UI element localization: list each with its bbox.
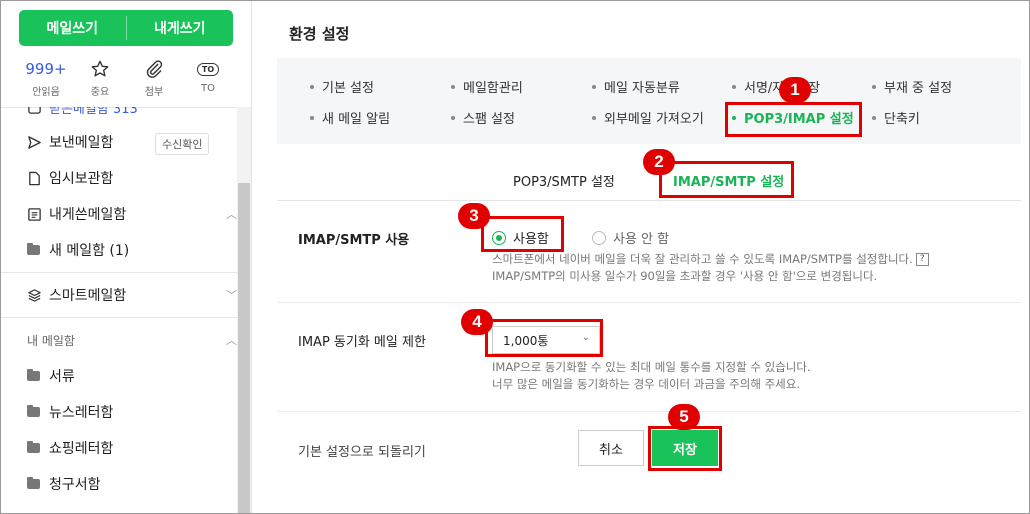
sync-limit-help-line2: 너무 많은 메일을 동기화하는 경우 데이터 과금을 주의해 주세요. (492, 377, 800, 391)
sidebar-scrollbar-thumb[interactable] (238, 183, 250, 513)
tabs-divider (277, 200, 1021, 201)
sidebar-item-label: 스마트메일함 (49, 288, 127, 304)
sidebar-item-newsletter[interactable]: 뉴스레터함 (27, 400, 113, 424)
list-icon (27, 207, 49, 222)
write-mail-button[interactable]: 메일쓰기 (19, 10, 126, 46)
step-badge-2: 2 (643, 149, 675, 175)
cancel-button[interactable]: 취소 (578, 430, 644, 466)
important-label: 중요 (90, 87, 110, 98)
settings-menu: 기본 설정 메일함관리 메일 자동분류 서명/자동답장 부재 중 설정 새 메일… (277, 58, 1021, 144)
app-window: 메일쓰기 내게쓰기 999+ 안읽음 중요 첨부 TO TO 받은메일함 313… (0, 0, 1030, 514)
highlight-box-3 (481, 216, 564, 252)
imap-use-label: IMAP/SMTP 사용 (298, 233, 410, 248)
highlight-box-1 (725, 102, 862, 137)
sidebar-item-label: 내게쓴메일함 (49, 207, 127, 223)
sidebar-item-docs[interactable]: 서류 (27, 364, 75, 388)
folder-icon (27, 243, 49, 255)
imap-use-off-radio[interactable]: 사용 안 함 (592, 228, 669, 247)
menu-shortcuts[interactable]: 단축키 (872, 108, 920, 127)
document-icon (27, 171, 49, 186)
chevron-down-icon[interactable]: ﹀ (226, 287, 237, 303)
unread-label: 안읽음 (32, 87, 60, 98)
settings-panel: 환경 설정 기본 설정 메일함관리 메일 자동분류 서명/자동답장 부재 중 설… (252, 1, 1029, 513)
folder-icon (27, 441, 49, 453)
sync-limit-help-line1: IMAP으로 동기화할 수 있는 최대 메일 통수를 지정할 수 있습니다. (492, 360, 811, 374)
menu-spam[interactable]: 스팸 설정 (451, 108, 515, 127)
radio-circle (592, 230, 606, 245)
send-icon (27, 135, 49, 150)
star-icon (90, 57, 110, 81)
chevron-up-icon[interactable]: ︿ (226, 332, 237, 348)
sidebar-item-label: 쇼핑레터함 (49, 441, 114, 457)
sidebar-item-sent[interactable]: 보낸메일함 (27, 130, 113, 154)
tab-pop3-smtp[interactable]: POP3/SMTP 설정 (513, 171, 615, 190)
help-icon[interactable]: ? (915, 253, 929, 266)
menu-absence[interactable]: 부재 중 설정 (872, 77, 952, 96)
read-receipt-button[interactable]: 수신확인 (155, 133, 210, 155)
highlight-box-5 (648, 426, 722, 471)
sidebar-item-shopping[interactable]: 쇼핑레터함 (27, 436, 113, 460)
important-filter[interactable]: 중요 (73, 57, 127, 101)
row-divider (277, 411, 1021, 412)
folder-icon (27, 369, 49, 381)
inbox-icon (27, 107, 49, 115)
imap-use-help-line1: 스마트폰에서 네이버 메일을 더욱 잘 관리하고 쓸 수 있도록 IMAP/SM… (492, 252, 913, 266)
sidebar-divider (1, 317, 237, 318)
step-badge-5: 5 (668, 404, 700, 430)
menu-basic[interactable]: 기본 설정 (310, 77, 374, 96)
highlight-box-4 (485, 319, 603, 357)
sidebar-item-label: 뉴스레터함 (49, 405, 114, 421)
quick-filters: 999+ 안읽음 중요 첨부 TO TO (19, 57, 235, 101)
sidebar-item-drafts[interactable]: 임시보관함 (27, 166, 113, 190)
folder-icon (27, 477, 49, 489)
sidebar-item-new-mailbox[interactable]: 새 메일함 (1) (27, 238, 129, 262)
sidebar-divider (1, 272, 237, 273)
reset-defaults-link[interactable]: 기본 설정으로 되돌리기 (298, 441, 426, 460)
unread-filter[interactable]: 999+ 안읽음 (19, 57, 73, 101)
sync-limit-label: IMAP 동기화 메일 제한 (298, 335, 426, 350)
layers-icon (27, 288, 49, 303)
step-badge-1: 1 (779, 77, 811, 103)
compose-bar: 메일쓰기 내게쓰기 (19, 10, 233, 46)
sidebar-item-smart[interactable]: 스마트메일함 ﹀ (27, 283, 237, 307)
to-label: TO (201, 83, 215, 94)
unread-count: 999+ (25, 60, 67, 78)
menu-autosort[interactable]: 메일 자동분류 (592, 77, 680, 96)
attachment-filter[interactable]: 첨부 (127, 57, 181, 101)
sidebar-item-bills[interactable]: 청구서함 (27, 472, 101, 496)
step-badge-4: 4 (461, 309, 493, 335)
highlight-box-2 (659, 161, 794, 198)
sidebar-item-label: 보낸메일함 (49, 135, 114, 151)
menu-new-mail-alert[interactable]: 새 메일 알림 (310, 108, 390, 127)
sidebar-item-label: 임시보관함 (49, 171, 114, 187)
attachment-label: 첨부 (144, 87, 164, 98)
to-icon: TO (196, 57, 220, 81)
menu-mailbox[interactable]: 메일함관리 (451, 77, 523, 96)
paperclip-icon (144, 57, 164, 81)
step-badge-3: 3 (458, 203, 490, 229)
sync-limit-help: IMAP으로 동기화할 수 있는 최대 메일 통수를 지정할 수 있습니다. 너… (492, 359, 811, 393)
sidebar: 메일쓰기 내게쓰기 999+ 안읽음 중요 첨부 TO TO 받은메일함 313… (1, 1, 252, 513)
row-divider (277, 302, 1021, 303)
menu-external-mail[interactable]: 외부메일 가져오기 (592, 108, 704, 127)
sidebar-section-my-mail[interactable]: 내 메일함 ︿ (27, 328, 237, 352)
to-filter[interactable]: TO TO (181, 57, 235, 101)
write-to-me-button[interactable]: 내게쓰기 (127, 10, 234, 46)
imap-use-help-line2: IMAP/SMTP의 미사용 일수가 90일을 초과할 경우 '사용 안 함'으… (492, 269, 878, 283)
page-title: 환경 설정 (289, 25, 350, 43)
folder-icon (27, 405, 49, 417)
sidebar-item-label: 청구서함 (49, 477, 101, 493)
sidebar-item-to-me[interactable]: 내게쓴메일함 ︿ (27, 202, 237, 226)
section-label: 내 메일함 (27, 333, 75, 348)
sidebar-item-label: 서류 (49, 369, 75, 385)
chevron-up-icon[interactable]: ︿ (226, 206, 237, 222)
to-badge: TO (196, 62, 220, 76)
imap-use-help: 스마트폰에서 네이버 메일을 더욱 잘 관리하고 쓸 수 있도록 IMAP/SM… (492, 251, 929, 285)
sidebar-item-label: 새 메일함 (1) (49, 243, 130, 259)
